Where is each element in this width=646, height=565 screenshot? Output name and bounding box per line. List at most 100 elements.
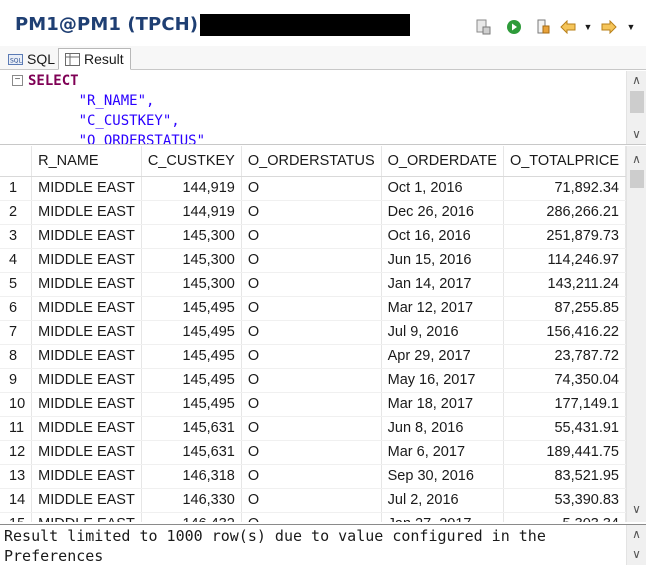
cell-r-name[interactable]: MIDDLE EAST bbox=[31, 224, 142, 249]
cell-o-orderstatus[interactable]: O bbox=[241, 224, 382, 249]
message-scrollbar[interactable]: ∧ ∨ bbox=[626, 525, 646, 565]
chevron-down-icon[interactable]: ▼ bbox=[579, 18, 597, 36]
tab-result[interactable]: Result bbox=[58, 48, 131, 70]
cell-r-name[interactable]: MIDDLE EAST bbox=[31, 200, 142, 225]
cell-o-orderdate[interactable]: Jan 27, 2017 bbox=[381, 512, 504, 522]
cell-o-orderstatus[interactable]: O bbox=[241, 200, 382, 225]
cell-o-orderdate[interactable]: Dec 26, 2016 bbox=[381, 200, 504, 225]
cell-o-orderdate[interactable]: Apr 29, 2017 bbox=[381, 344, 504, 369]
scroll-down-icon[interactable]: ∨ bbox=[627, 500, 646, 518]
cell-o-totalprice[interactable]: 189,441.75 bbox=[503, 440, 626, 465]
column-header[interactable]: R_NAME bbox=[31, 146, 142, 177]
cell-o-orderstatus[interactable]: O bbox=[241, 392, 382, 417]
cell-c-custkey[interactable]: 146,318 bbox=[141, 464, 242, 489]
fold-toggle-icon[interactable]: − bbox=[12, 75, 23, 86]
cell-o-orderstatus[interactable]: O bbox=[241, 344, 382, 369]
cell-r-name[interactable]: MIDDLE EAST bbox=[31, 392, 142, 417]
table-row[interactable]: 15MIDDLE EAST146,432OJan 27, 20175,303.3… bbox=[0, 512, 626, 522]
row-index[interactable]: 7 bbox=[0, 320, 33, 345]
cell-r-name[interactable]: MIDDLE EAST bbox=[31, 440, 142, 465]
cell-r-name[interactable]: MIDDLE EAST bbox=[31, 248, 142, 273]
cell-o-orderdate[interactable]: Oct 1, 2016 bbox=[381, 176, 504, 201]
cell-c-custkey[interactable]: 146,432 bbox=[141, 512, 242, 522]
chevron-down-icon[interactable]: ▼ bbox=[622, 18, 640, 36]
table-row[interactable]: 8 MIDDLE EAST 145,495 O Apr 29, 2017 23,787.7… bbox=[0, 344, 626, 369]
cell-o-totalprice[interactable]: 143,211.24 bbox=[503, 272, 626, 297]
table-row[interactable]: 3 MIDDLE EAST 145,300 O Oct 16, 2016 251,879.… bbox=[0, 224, 626, 249]
cell-o-orderstatus[interactable]: O bbox=[241, 416, 382, 441]
cell-o-orderdate[interactable]: Mar 6, 2017 bbox=[381, 440, 504, 465]
cell-o-orderstatus[interactable]: O bbox=[241, 296, 382, 321]
cell-o-orderdate[interactable]: Jun 15, 2016 bbox=[381, 248, 504, 273]
table-row[interactable]: 10 MIDDLE EAST 145,495 O Mar 18, 2017 177,149… bbox=[0, 392, 626, 417]
cell-o-totalprice[interactable]: 23,787.72 bbox=[503, 344, 626, 369]
table-row[interactable]: 11 MIDDLE EAST 145,631 O Jun 8, 2016 55,431.9… bbox=[0, 416, 626, 441]
cell-o-orderstatus[interactable]: O bbox=[241, 488, 382, 513]
row-index[interactable]: 15 bbox=[0, 512, 33, 522]
cell-o-orderdate[interactable]: Sep 30, 2016 bbox=[381, 464, 504, 489]
row-index[interactable]: 4 bbox=[0, 248, 33, 273]
cell-o-orderstatus[interactable]: O bbox=[241, 272, 382, 297]
scroll-down-icon[interactable]: ∨ bbox=[627, 545, 646, 563]
row-index[interactable]: 1 bbox=[0, 176, 33, 201]
cell-o-totalprice[interactable]: 83,521.95 bbox=[503, 464, 626, 489]
back-icon[interactable] bbox=[559, 18, 577, 36]
cell-o-totalprice[interactable]: 177,149.1 bbox=[503, 392, 626, 417]
scroll-thumb[interactable] bbox=[630, 170, 644, 188]
cell-o-totalprice[interactable]: 74,350.04 bbox=[503, 368, 626, 393]
cell-o-totalprice[interactable]: 156,416.22 bbox=[503, 320, 626, 345]
editor-scrollbar[interactable]: ∧ ∨ bbox=[626, 71, 646, 144]
cell-r-name[interactable]: MIDDLE EAST bbox=[31, 416, 142, 441]
cell-o-orderdate[interactable]: Oct 16, 2016 bbox=[381, 224, 504, 249]
column-header[interactable]: O_ORDERSTATUS bbox=[241, 146, 382, 177]
row-index[interactable]: 11 bbox=[0, 416, 33, 441]
row-index[interactable]: 9 bbox=[0, 368, 33, 393]
row-index[interactable]: 12 bbox=[0, 440, 33, 465]
cell-o-orderdate[interactable]: Jul 2, 2016 bbox=[381, 488, 504, 513]
cell-r-name[interactable]: MIDDLE EAST bbox=[31, 368, 142, 393]
cell-c-custkey[interactable]: 145,495 bbox=[141, 344, 242, 369]
cell-o-totalprice[interactable]: 71,892.34 bbox=[503, 176, 626, 201]
cell-o-orderdate[interactable]: Jan 14, 2017 bbox=[381, 272, 504, 297]
cell-c-custkey[interactable]: 145,495 bbox=[141, 392, 242, 417]
cell-c-custkey[interactable]: 145,631 bbox=[141, 416, 242, 441]
cell-o-totalprice[interactable]: 53,390.83 bbox=[503, 488, 626, 513]
cell-c-custkey[interactable]: 146,330 bbox=[141, 488, 242, 513]
cell-o-orderdate[interactable]: Jul 9, 2016 bbox=[381, 320, 504, 345]
cell-o-orderstatus[interactable]: O bbox=[241, 320, 382, 345]
cell-c-custkey[interactable]: 145,300 bbox=[141, 224, 242, 249]
cell-c-custkey[interactable]: 145,495 bbox=[141, 320, 242, 345]
column-header[interactable]: O_ORDERDATE bbox=[381, 146, 504, 177]
cell-r-name[interactable]: MIDDLE EAST bbox=[31, 488, 142, 513]
cell-o-orderdate[interactable]: May 16, 2017 bbox=[381, 368, 504, 393]
cell-r-name[interactable]: MIDDLE EAST bbox=[31, 344, 142, 369]
cell-o-totalprice[interactable]: 55,431.91 bbox=[503, 416, 626, 441]
table-row[interactable]: 5 MIDDLE EAST 145,300 O Jan 14, 2017 143,211.… bbox=[0, 272, 626, 297]
row-index[interactable]: 2 bbox=[0, 200, 33, 225]
scroll-thumb[interactable] bbox=[630, 91, 644, 113]
table-row[interactable]: 7 MIDDLE EAST 145,495 O Jul 9, 2016 156,416.2… bbox=[0, 320, 626, 345]
cell-o-orderdate[interactable]: Mar 12, 2017 bbox=[381, 296, 504, 321]
scroll-down-icon[interactable]: ∨ bbox=[627, 125, 646, 143]
cell-o-totalprice[interactable]: 251,879.73 bbox=[503, 224, 626, 249]
cell-o-orderstatus[interactable]: O bbox=[241, 440, 382, 465]
cell-r-name[interactable]: MIDDLE EAST bbox=[31, 272, 142, 297]
cell-o-orderstatus[interactable]: O bbox=[241, 512, 382, 522]
cell-o-totalprice[interactable]: 87,255.85 bbox=[503, 296, 626, 321]
table-row[interactable]: 14 MIDDLE EAST 146,330 O Jul 2, 2016 53,390.8… bbox=[0, 488, 626, 513]
cell-o-orderdate[interactable]: Jun 8, 2016 bbox=[381, 416, 504, 441]
database-icon[interactable] bbox=[534, 18, 552, 36]
cell-r-name[interactable]: MIDDLE EAST bbox=[31, 320, 142, 345]
column-header[interactable]: C_CUSTKEY bbox=[141, 146, 242, 177]
cell-o-totalprice[interactable]: 286,266.21 bbox=[503, 200, 626, 225]
grid-scrollbar[interactable]: ∧ ∨ bbox=[626, 146, 646, 522]
cell-o-totalprice[interactable]: 114,246.97 bbox=[503, 248, 626, 273]
scroll-up-icon[interactable]: ∧ bbox=[627, 150, 646, 168]
cell-r-name[interactable]: MIDDLE EAST bbox=[31, 464, 142, 489]
cell-c-custkey[interactable]: 145,495 bbox=[141, 296, 242, 321]
cell-o-orderstatus[interactable]: O bbox=[241, 464, 382, 489]
scroll-up-icon[interactable]: ∧ bbox=[627, 71, 646, 89]
row-index[interactable]: 8 bbox=[0, 344, 33, 369]
sql-editor[interactable]: − SELECT "R_NAME", "C_CUSTKEY", "O_ORDER… bbox=[0, 71, 646, 145]
cell-o-orderstatus[interactable]: O bbox=[241, 248, 382, 273]
